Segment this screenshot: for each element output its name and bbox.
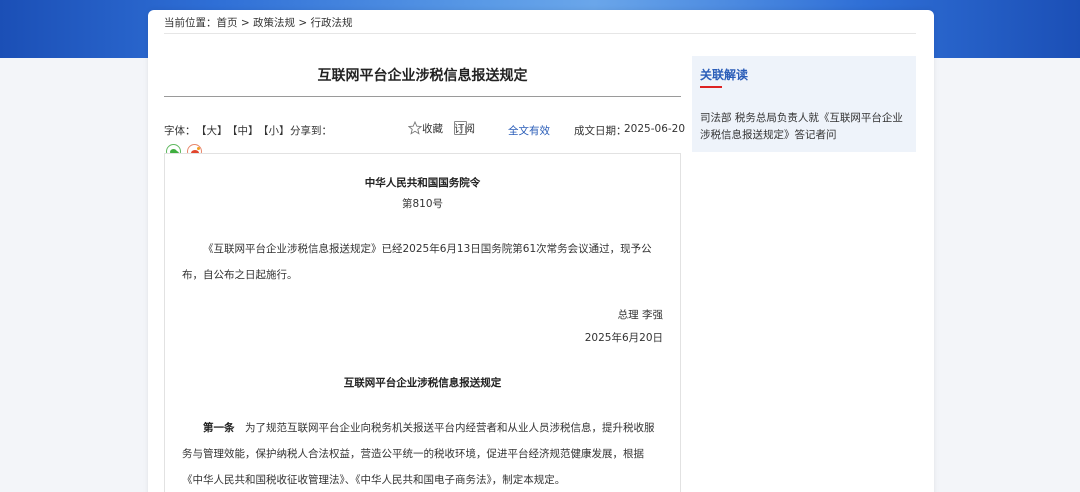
order-number: 第810号 bbox=[401, 198, 444, 210]
share-label: 分享到： bbox=[290, 125, 332, 137]
article-1-paragraph: 第一条 为了规范互联网平台企业向税务机关报送平台内经营者和从业人员涉税信息，提升… bbox=[182, 415, 664, 492]
validity-status: 全文有效 bbox=[508, 125, 550, 137]
breadcrumb: 当前位置：首页 > 政策法规 > 行政法规 bbox=[164, 15, 352, 30]
intro-paragraph: 《互联网平台企业涉税信息报送规定》已经2025年6月13日国务院第61次常务会议… bbox=[182, 243, 652, 281]
breadcrumb-home[interactable]: 首页 bbox=[217, 17, 238, 29]
breadcrumb-separator: > bbox=[237, 17, 253, 29]
breadcrumb-divider bbox=[164, 33, 916, 34]
sidebar-related-link[interactable]: 司法部 税务总局负责人就《互联网平台企业涉税信息报送规定》答记者问 bbox=[700, 110, 912, 144]
page-title: 互联网平台企业涉税信息报送规定 bbox=[317, 68, 528, 84]
title-divider bbox=[164, 96, 681, 97]
sidebar-title: 关联解读 bbox=[700, 68, 749, 82]
article-1-label: 第一条 bbox=[203, 422, 235, 434]
font-size-medium-button[interactable]: 【中】 bbox=[227, 123, 259, 138]
breadcrumb-prefix: 当前位置： bbox=[164, 17, 217, 29]
font-size-large-button[interactable]: 【大】 bbox=[196, 123, 228, 138]
favorite-label: 收藏 bbox=[422, 123, 443, 135]
breadcrumb-policy[interactable]: 政策法规 bbox=[253, 17, 295, 29]
breadcrumb-separator: > bbox=[294, 17, 311, 29]
sidebar-title-underline bbox=[700, 86, 722, 88]
sign-date: 2025年6月20日 bbox=[584, 332, 663, 344]
subscribe-button[interactable]: + 订阅 bbox=[454, 121, 475, 136]
date-value: 2025-06-20 bbox=[624, 123, 686, 135]
subscribe-icon: + bbox=[454, 121, 467, 135]
article-content-box: 中华人民共和国国务院令 第810号 《互联网平台企业涉税信息报送规定》已经202… bbox=[164, 153, 681, 492]
favorite-button[interactable]: 收藏 bbox=[408, 121, 443, 136]
article-1-text: 为了规范互联网平台企业向税务机关报送平台内经营者和从业人员涉税信息，提升税收服务… bbox=[182, 422, 655, 486]
article-toolbar: 字体： 【大】 【中】 【小】 分享到： 收藏 + 订阅 全文有效 成文日期： 2… bbox=[164, 121, 685, 139]
related-sidebar: 关联解读 司法部 税务总局负责人就《互联网平台企业涉税信息报送规定》答记者问 bbox=[692, 56, 916, 152]
font-size-label: 字体： bbox=[164, 125, 196, 137]
star-outline-icon bbox=[408, 121, 422, 135]
font-size-small-button[interactable]: 【小】 bbox=[258, 123, 290, 138]
regulation-title: 互联网平台企业涉税信息报送规定 bbox=[343, 377, 502, 389]
date-label: 成文日期： bbox=[574, 125, 627, 137]
breadcrumb-admin-regulations[interactable]: 行政法规 bbox=[310, 17, 352, 29]
